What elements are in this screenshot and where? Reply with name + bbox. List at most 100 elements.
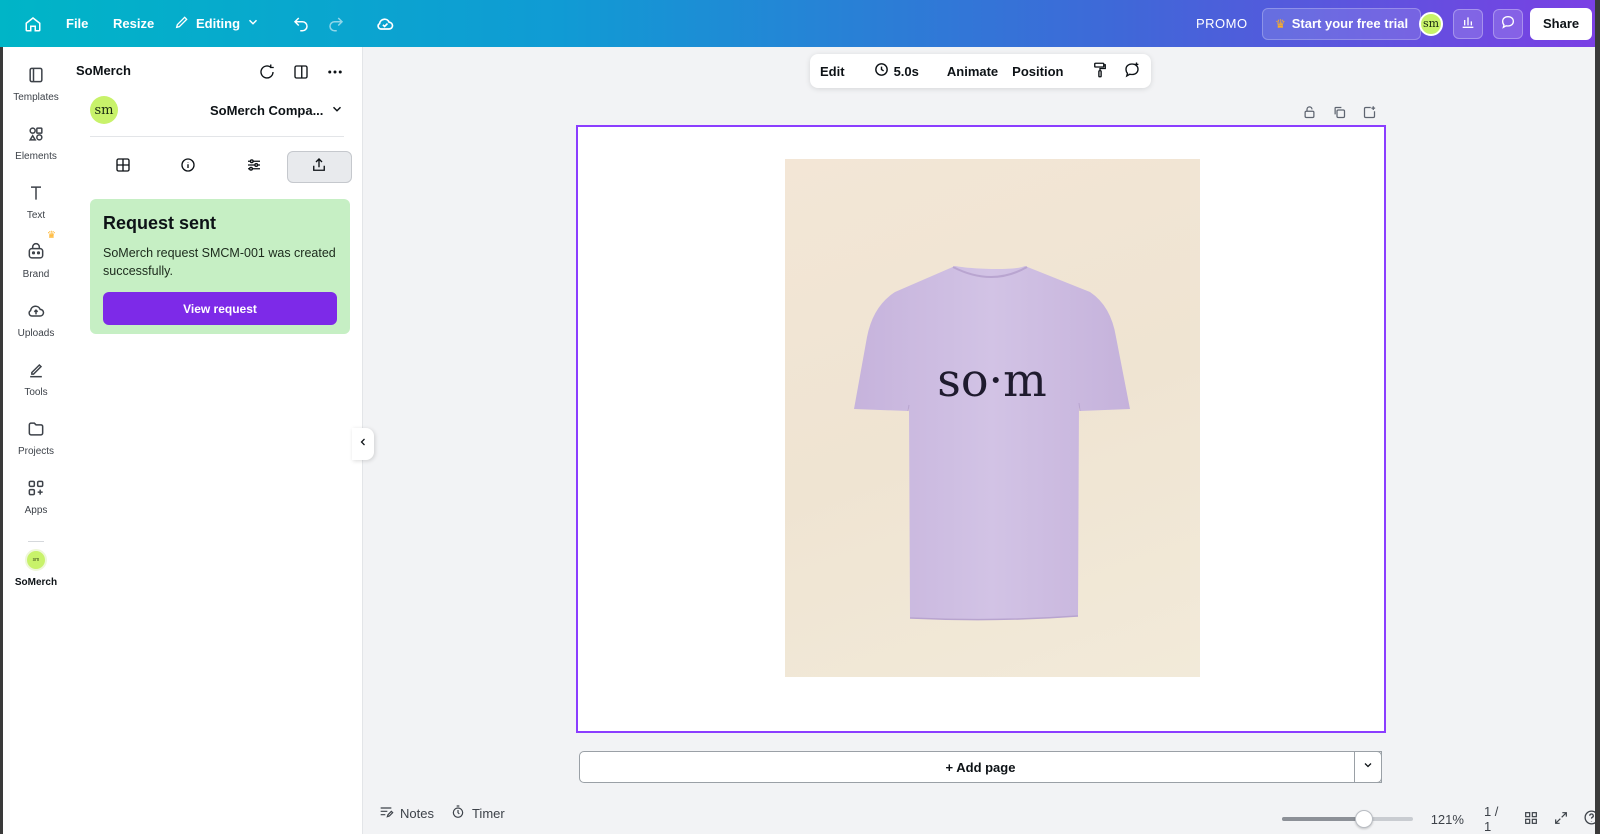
crown-icon: ♛ — [1275, 16, 1286, 31]
panel-divider — [90, 136, 344, 137]
free-trial-button[interactable]: ♛ Start your free trial — [1262, 7, 1422, 40]
templates-icon — [26, 65, 46, 88]
left-rail: Templates Elements Text Brand ♛ Uploads … — [0, 47, 66, 834]
animate-button[interactable]: Animate — [947, 64, 998, 79]
grid-icon — [114, 156, 132, 179]
save-status-button[interactable] — [370, 0, 400, 47]
home-icon — [18, 9, 48, 39]
rail-label: Brand — [22, 269, 50, 280]
company-avatar: sm — [90, 96, 118, 124]
top-bar: File Resize Editing PROMO ♛ Start your f… — [0, 0, 1600, 47]
insights-button[interactable] — [1453, 8, 1483, 39]
undo-icon — [286, 9, 316, 39]
redo-icon — [321, 9, 351, 39]
position-button[interactable]: Position — [1012, 64, 1063, 79]
projects-icon — [26, 419, 46, 442]
rail-label: Elements — [15, 151, 57, 162]
rail-item-templates[interactable]: Templates — [3, 65, 69, 103]
notes-button[interactable]: Notes — [378, 804, 434, 823]
rail-item-text[interactable]: Text — [3, 183, 69, 221]
tshirt-shape — [854, 266, 1130, 620]
crown-badge-icon: ♛ — [47, 230, 56, 241]
zoom-slider-fill — [1282, 817, 1364, 821]
panel-title: SoMerch — [76, 63, 131, 78]
context-toolbar: Edit 5.0s Animate Position — [810, 54, 1151, 88]
elements-icon — [26, 124, 46, 147]
home-button[interactable] — [18, 0, 48, 47]
view-request-button[interactable]: View request — [103, 292, 337, 325]
rail-item-projects[interactable]: Projects — [3, 419, 69, 457]
tab-info[interactable] — [156, 151, 222, 183]
rail-label: Text — [26, 210, 46, 221]
bottom-right-controls: 121% 1 / 1 — [1282, 804, 1600, 834]
comment-add-icon[interactable] — [1123, 61, 1141, 82]
tshirt-photo[interactable]: so·m — [785, 159, 1200, 677]
resize-button[interactable]: Resize — [113, 0, 154, 47]
text-icon — [26, 183, 46, 206]
chevron-down-icon — [1362, 758, 1374, 776]
rail-item-apps[interactable]: Apps — [3, 478, 69, 516]
company-name: SoMerch Compa... — [210, 102, 324, 118]
file-menu[interactable]: File — [66, 0, 88, 47]
duration-value: 5.0s — [893, 63, 919, 79]
rail-item-somerch[interactable]: sm SoMerch — [3, 549, 69, 588]
collapse-panel-button[interactable] — [352, 428, 374, 460]
rail-label: Templates — [13, 92, 59, 103]
zoom-level[interactable]: 121% — [1431, 812, 1464, 827]
rail-item-uploads[interactable]: Uploads — [3, 301, 69, 339]
timer-icon — [450, 804, 466, 823]
tab-settings[interactable] — [221, 151, 287, 183]
tab-catalog[interactable] — [90, 151, 156, 183]
edit-button[interactable]: Edit — [820, 64, 845, 79]
more-icon[interactable] — [322, 59, 348, 85]
add-page-button[interactable]: + Add page — [579, 751, 1382, 783]
rail-label: Apps — [24, 505, 48, 516]
rail-item-brand[interactable]: Brand ♛ — [3, 230, 69, 280]
clock-icon — [873, 61, 890, 81]
rail-item-tools[interactable]: Tools — [3, 360, 69, 398]
grid-view-icon[interactable] — [1523, 810, 1539, 829]
page-counter[interactable]: 1 / 1 — [1484, 804, 1509, 834]
uploads-icon — [26, 301, 46, 324]
apps-icon — [26, 478, 46, 501]
editing-label: Editing — [196, 16, 241, 31]
split-view-icon[interactable] — [288, 59, 314, 85]
timer-label: Timer — [471, 806, 505, 821]
bar-chart-icon — [1460, 14, 1476, 33]
company-select[interactable]: SoMerch Compa... — [210, 97, 344, 123]
redo-button[interactable] — [321, 0, 351, 47]
promo-label[interactable]: PROMO — [1196, 0, 1248, 47]
refresh-icon[interactable] — [254, 59, 280, 85]
chevron-down-icon — [330, 102, 344, 119]
duplicate-icon[interactable] — [1330, 103, 1348, 121]
timer-button[interactable]: Timer — [450, 804, 505, 823]
paint-roller-icon[interactable] — [1091, 61, 1109, 82]
bottom-left-controls: Notes Timer — [378, 804, 505, 823]
zoom-slider-thumb[interactable] — [1354, 810, 1373, 828]
editing-dropdown[interactable]: Editing — [174, 0, 260, 47]
user-avatar[interactable]: sm — [1419, 11, 1443, 36]
add-page-options-button[interactable] — [1354, 751, 1382, 783]
lock-icon[interactable] — [1300, 103, 1318, 121]
info-icon — [179, 156, 197, 179]
comments-button[interactable] — [1493, 8, 1523, 39]
page-tools — [1300, 103, 1378, 121]
chevron-left-icon — [357, 435, 369, 453]
rail-item-elements[interactable]: Elements — [3, 124, 69, 162]
notes-label: Notes — [400, 806, 434, 821]
upload-share-icon — [310, 156, 328, 179]
fullscreen-icon[interactable] — [1553, 810, 1569, 829]
tools-icon — [26, 360, 46, 383]
share-button[interactable]: Share — [1530, 7, 1593, 40]
somerch-app-icon: sm — [25, 549, 47, 571]
panel-tabs — [90, 151, 353, 183]
rail-label: Projects — [17, 446, 55, 457]
undo-button[interactable] — [286, 0, 316, 47]
duration-button[interactable]: 5.0s — [873, 61, 919, 81]
tab-export[interactable] — [286, 151, 353, 183]
add-page-icon[interactable] — [1360, 103, 1378, 121]
card-title: Request sent — [103, 213, 217, 233]
cloud-check-icon — [370, 9, 400, 39]
free-trial-label: Start your free trial — [1291, 16, 1409, 31]
zoom-slider[interactable] — [1282, 810, 1413, 828]
